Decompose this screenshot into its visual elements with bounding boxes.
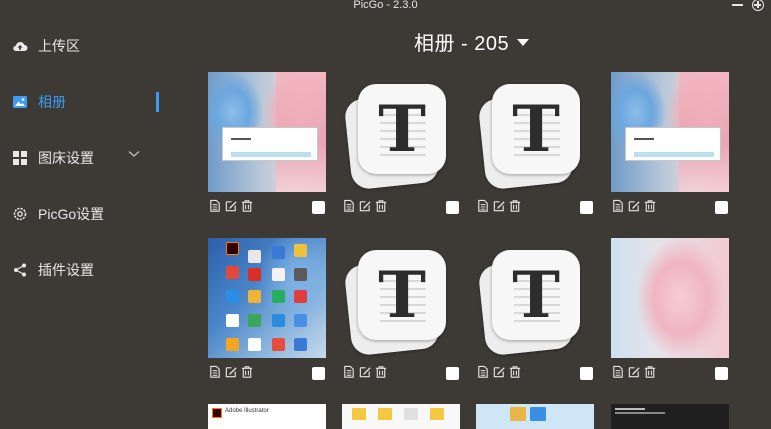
delete-icon[interactable] <box>508 199 522 213</box>
image-actions <box>208 364 254 380</box>
delete-icon[interactable] <box>643 365 657 379</box>
gallery-image[interactable]: T <box>476 238 594 358</box>
edit-icon[interactable] <box>358 199 372 213</box>
image-actions <box>208 198 254 214</box>
delete-icon[interactable] <box>374 199 388 213</box>
edit-icon[interactable] <box>627 199 641 213</box>
grid-icon <box>13 151 27 165</box>
sidebar-item-label: 上传区 <box>38 38 80 54</box>
chevron-down-icon <box>128 151 140 157</box>
select-checkbox[interactable] <box>312 201 325 214</box>
sidebar-item-plugin-settings[interactable]: 插件设置 <box>0 242 170 298</box>
edit-icon[interactable] <box>492 199 506 213</box>
delete-icon[interactable] <box>240 365 254 379</box>
gallery-image[interactable] <box>611 238 729 358</box>
select-checkbox[interactable] <box>580 201 593 214</box>
gallery-image[interactable]: T <box>342 238 460 358</box>
image-actions <box>611 198 657 214</box>
caret-down-icon <box>517 38 530 46</box>
select-checkbox[interactable] <box>715 367 728 380</box>
select-checkbox[interactable] <box>446 201 459 214</box>
select-checkbox[interactable] <box>580 367 593 380</box>
gallery-image[interactable] <box>611 404 729 429</box>
gallery-image[interactable] <box>208 72 326 192</box>
gallery-image[interactable] <box>342 404 460 429</box>
image-actions <box>611 364 657 380</box>
gallery-image[interactable] <box>476 404 594 429</box>
copy-icon[interactable] <box>342 199 356 213</box>
edit-icon[interactable] <box>627 365 641 379</box>
copy-icon[interactable] <box>208 365 222 379</box>
gallery-image[interactable] <box>208 238 326 358</box>
image-actions <box>342 198 388 214</box>
partial-caption: Adobe Illustrator <box>225 408 269 414</box>
gallery-title: 相册 - 205 <box>414 32 510 55</box>
window-title: PicGo - 2.3.0 <box>353 0 418 11</box>
image-actions <box>476 198 522 214</box>
sidebar-item-label: 插件设置 <box>38 262 94 278</box>
gallery-image[interactable]: T <box>342 72 460 192</box>
copy-icon[interactable] <box>208 199 222 213</box>
active-indicator <box>156 92 159 112</box>
sidebar-item-gallery[interactable]: 相册 <box>0 74 170 130</box>
image-actions <box>342 364 388 380</box>
title-bar: PicGo - 2.3.0 <box>0 0 771 14</box>
cloud-upload-icon <box>13 41 28 52</box>
edit-icon[interactable] <box>492 365 506 379</box>
gear-icon <box>13 207 27 221</box>
sidebar-item-picgo-settings[interactable]: PicGo设置 <box>0 186 170 242</box>
sidebar-item-label: 图床设置 <box>38 150 94 166</box>
edit-icon[interactable] <box>358 365 372 379</box>
select-checkbox[interactable] <box>715 201 728 214</box>
delete-icon[interactable] <box>374 365 388 379</box>
image-icon <box>13 96 27 108</box>
delete-icon[interactable] <box>240 199 254 213</box>
minimize-button[interactable] <box>732 0 744 10</box>
gallery-image[interactable]: Adobe Illustrator <box>208 404 326 429</box>
image-actions <box>476 364 522 380</box>
delete-icon[interactable] <box>643 199 657 213</box>
edit-icon[interactable] <box>224 365 238 379</box>
edit-icon[interactable] <box>224 199 238 213</box>
delete-icon[interactable] <box>508 365 522 379</box>
gallery-title-dropdown[interactable]: 相册 - 205 <box>414 28 530 55</box>
copy-icon[interactable] <box>476 199 490 213</box>
sidebar-item-upload[interactable]: 上传区 <box>0 18 170 74</box>
sidebar-item-picbed-settings[interactable]: 图床设置 <box>0 130 170 186</box>
copy-icon[interactable] <box>342 365 356 379</box>
sidebar-item-label: PicGo设置 <box>38 206 105 222</box>
copy-icon[interactable] <box>476 365 490 379</box>
gallery-image[interactable]: T <box>476 72 594 192</box>
sidebar: 上传区 相册 图床设置 PicGo设置 插件设置 <box>0 14 170 429</box>
sidebar-item-label: 相册 <box>38 94 66 110</box>
copy-icon[interactable] <box>611 365 625 379</box>
copy-icon[interactable] <box>611 199 625 213</box>
select-checkbox[interactable] <box>446 367 459 380</box>
gallery-image[interactable] <box>611 72 729 192</box>
select-checkbox[interactable] <box>312 367 325 380</box>
share-icon <box>14 263 26 277</box>
